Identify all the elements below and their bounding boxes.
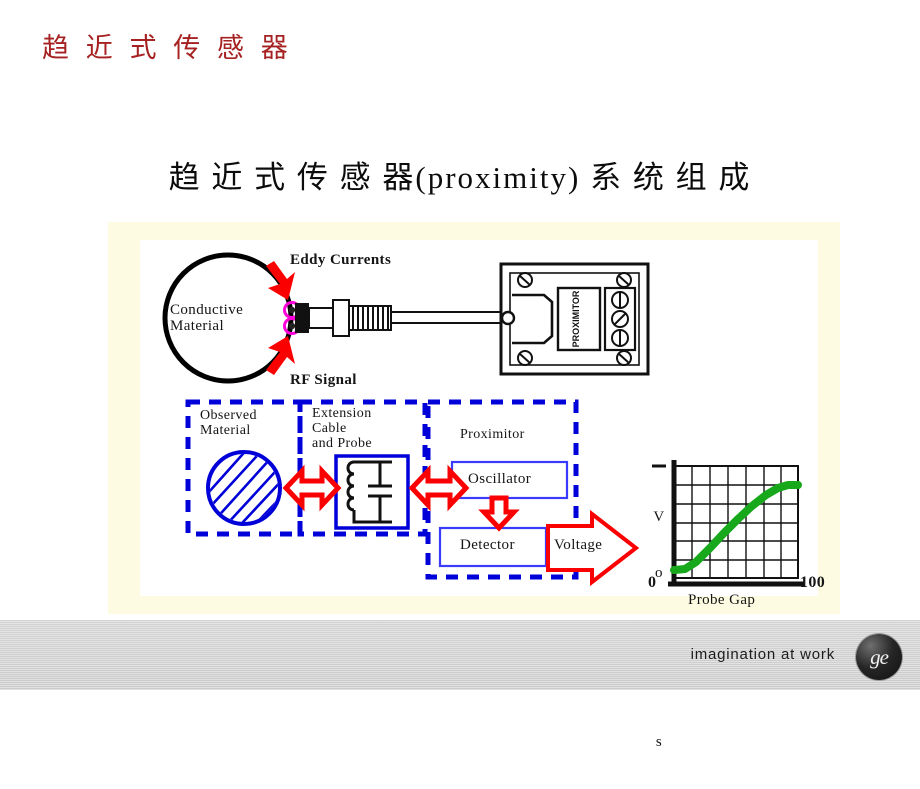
page-title: 趋 近 式 传 感 器(proximity) 系 统 组 成: [168, 160, 752, 195]
chart-x-max-label: 100: [800, 574, 826, 591]
chart-ylabel-char-4: s: [655, 733, 663, 750]
oscillator-detector-arrow: [478, 495, 520, 532]
eddy-currents-label: Eddy Currents: [290, 252, 392, 268]
voltage-label: Voltage: [554, 537, 603, 553]
rf-signal-arrow: [266, 336, 295, 375]
ge-logo-monogram: ge: [870, 644, 889, 669]
slide-title: 趋 近 式 传 感 器: [42, 33, 293, 63]
chart-xlabel: Probe Gap: [688, 592, 756, 608]
footer-tagline: imagination at work: [690, 646, 835, 663]
probe-gap-chart: [652, 460, 804, 587]
rf-signal-label: RF Signal: [290, 372, 357, 388]
ge-logo: ge: [856, 634, 902, 680]
oscillator-label: Oscillator: [468, 471, 532, 487]
extension-cable-probe-label: Extension Cable and Probe: [312, 406, 372, 452]
figure-frame: PROXIMITOR Conductive Material Eddy Curr…: [108, 222, 840, 750]
probe-proximitor-arrow: [408, 464, 470, 512]
proximitor-device: PROXIMITOR: [499, 262, 650, 376]
material-probe-arrow: [282, 464, 342, 512]
probe-tip: [295, 303, 309, 333]
probe-nut: [332, 299, 350, 337]
figure-canvas: PROXIMITOR Conductive Material Eddy Curr…: [140, 240, 825, 750]
proximitor-label: Proximitor: [460, 427, 525, 442]
chart-ylabel-char-0: V: [653, 508, 665, 525]
proximitor-device-label: PROXIMITOR: [571, 290, 581, 347]
chart-x-min-label: 0: [648, 574, 657, 591]
probe-barrel: [308, 307, 334, 329]
detector-label: Detector: [460, 537, 515, 553]
probe-thread-body: [348, 305, 392, 331]
observed-material-label: Observed Material: [200, 408, 257, 439]
conductive-material-label: Conductive Material: [170, 302, 244, 335]
probe-cable: [390, 311, 502, 324]
